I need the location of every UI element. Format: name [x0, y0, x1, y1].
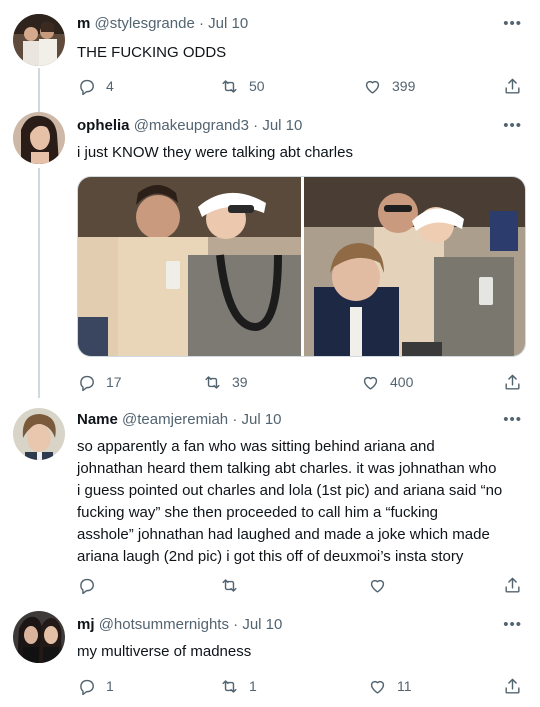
tweet-header: Name @teamjeremiah · Jul 10 — [77, 410, 282, 430]
tweet-text: so apparently a fan who was sitting behi… — [77, 436, 522, 568]
photo-1[interactable] — [78, 177, 301, 356]
more-icon[interactable]: ••• — [503, 16, 522, 31]
like-count: 11 — [397, 678, 412, 694]
retweet-icon — [222, 578, 237, 592]
reply-icon — [80, 679, 94, 695]
tweet-4[interactable]: mj @hotsummernights · Jul 10 ••• my mult… — [0, 601, 540, 707]
tweet-text: THE FUCKING ODDS — [77, 44, 227, 61]
like-count: 400 — [390, 374, 414, 390]
avatar[interactable] — [13, 408, 65, 460]
timestamp[interactable]: Jul 10 — [241, 411, 281, 428]
retweet-button[interactable]: 50 — [220, 75, 265, 97]
share-button[interactable] — [503, 574, 522, 596]
share-icon — [505, 374, 520, 390]
retweet-icon — [205, 375, 220, 389]
thread-line — [38, 68, 40, 108]
text-line: ariana laugh (2nd pic) i got this off of… — [77, 548, 464, 565]
retweet-icon — [222, 679, 237, 693]
retweet-button[interactable] — [220, 574, 239, 596]
timestamp[interactable]: Jul 10 — [242, 616, 282, 633]
text-line: johnathan heard them talking abt charles… — [77, 460, 497, 477]
retweet-count: 50 — [249, 78, 265, 94]
tweet-text: i just KNOW they were talking abt charle… — [77, 144, 353, 161]
tweet-text: my multiverse of madness — [77, 643, 252, 660]
tweet-actions: 4 50 399 — [77, 75, 522, 97]
handle[interactable]: @stylesgrande — [95, 15, 195, 32]
handle[interactable]: @makeupgrand3 — [134, 117, 249, 134]
more-icon[interactable]: ••• — [503, 617, 522, 632]
tweet-actions — [77, 574, 522, 596]
tweet-1[interactable]: m @stylesgrande · Jul 10 ••• THE FUCKING… — [0, 0, 540, 108]
separator-dot: · — [232, 411, 238, 428]
avatar[interactable] — [13, 611, 65, 663]
tweet-actions: 17 39 400 — [77, 371, 522, 393]
share-button[interactable] — [503, 675, 522, 697]
media-grid — [77, 176, 526, 357]
more-icon[interactable]: ••• — [503, 118, 522, 133]
text-line: asshole” johnathan had laughed and made … — [77, 526, 490, 543]
tweet-header: mj @hotsummernights · Jul 10 — [77, 615, 282, 635]
share-icon — [505, 678, 520, 694]
like-count: 399 — [392, 78, 416, 94]
like-button[interactable]: 11 — [368, 675, 412, 697]
photo-2[interactable] — [304, 177, 525, 356]
text-line: so apparently a fan who was sitting behi… — [77, 438, 435, 455]
reply-count: 4 — [106, 78, 114, 94]
tweet-header: m @stylesgrande · Jul 10 — [77, 14, 248, 34]
share-icon — [505, 78, 520, 94]
like-icon — [363, 376, 378, 390]
display-name[interactable]: m — [77, 15, 90, 32]
retweet-count: 1 — [249, 678, 257, 694]
display-name[interactable]: ophelia — [77, 117, 130, 134]
reply-icon — [80, 578, 94, 594]
reply-button[interactable]: 1 — [77, 675, 114, 697]
share-icon — [505, 577, 520, 593]
thread-line — [38, 168, 40, 398]
like-button[interactable] — [368, 574, 387, 596]
share-button[interactable] — [503, 371, 522, 393]
reply-button[interactable] — [77, 574, 96, 596]
tweet-3[interactable]: Name @teamjeremiah · Jul 10 ••• so appar… — [0, 398, 540, 601]
timestamp[interactable]: Jul 10 — [262, 117, 302, 134]
share-button[interactable] — [503, 75, 522, 97]
retweet-count: 39 — [232, 374, 248, 390]
like-icon — [370, 680, 385, 694]
like-icon — [365, 80, 380, 94]
text-line: i guess pointed out charles and lola (1s… — [77, 482, 503, 499]
separator-dot: · — [233, 616, 239, 633]
reply-button[interactable]: 17 — [77, 371, 122, 393]
separator-dot: · — [253, 117, 259, 134]
reply-icon — [80, 79, 94, 95]
retweet-button[interactable]: 1 — [220, 675, 257, 697]
display-name[interactable]: mj — [77, 616, 95, 633]
reply-count: 1 — [106, 678, 114, 694]
like-button[interactable]: 400 — [361, 371, 413, 393]
retweet-icon — [222, 79, 237, 93]
timestamp[interactable]: Jul 10 — [208, 15, 248, 32]
tweet-actions: 1 1 11 — [77, 675, 522, 697]
text-line: fucking way” she then proceeded to call … — [77, 504, 439, 521]
avatar[interactable] — [13, 14, 65, 66]
display-name[interactable]: Name — [77, 411, 118, 428]
separator-dot: · — [198, 15, 204, 32]
handle[interactable]: @teamjeremiah — [122, 411, 228, 428]
like-button[interactable]: 399 — [363, 75, 415, 97]
retweet-button[interactable]: 39 — [203, 371, 248, 393]
avatar[interactable] — [13, 112, 65, 164]
reply-icon — [80, 375, 94, 391]
more-icon[interactable]: ••• — [503, 412, 522, 427]
reply-count: 17 — [106, 374, 122, 390]
reply-button[interactable]: 4 — [77, 75, 114, 97]
handle[interactable]: @hotsummernights — [99, 616, 229, 633]
like-icon — [370, 579, 385, 593]
tweet-header: ophelia @makeupgrand3 · Jul 10 — [77, 116, 302, 136]
